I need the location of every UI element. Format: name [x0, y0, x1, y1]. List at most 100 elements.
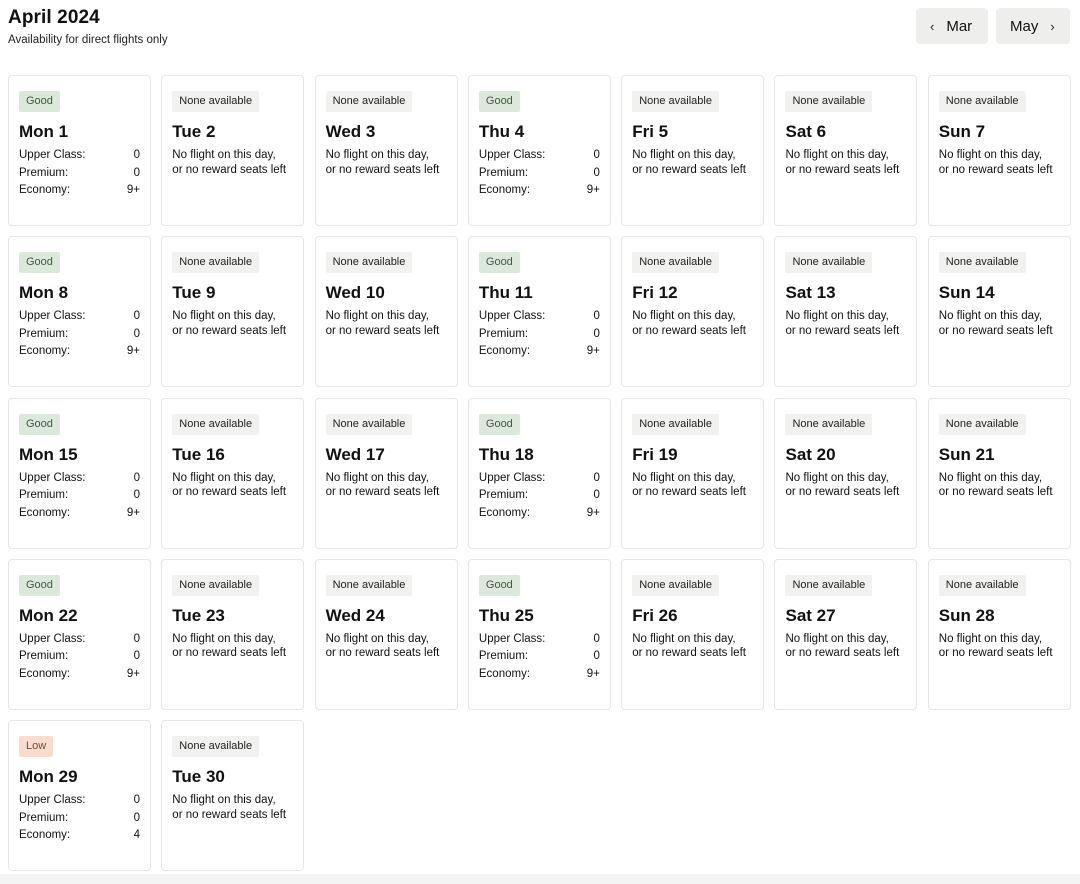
no-flight-line-1: No flight on this day, — [938, 632, 1043, 645]
seat-count: 0 — [133, 327, 140, 340]
day-card[interactable]: None available Sat 27 No flight on this da… — [774, 558, 918, 710]
day-card[interactable]: None available Fri 26 No flight on this da… — [621, 558, 765, 710]
day-card[interactable]: Good Thu 18 Upper Class: 0 Premium: 0 Economy:… — [467, 397, 611, 549]
no-flight-message: No flight on this day, or no reward seats… — [632, 632, 753, 661]
day-label: Wed 24 — [325, 605, 385, 625]
day-card[interactable]: None available Wed 17 No flight on this da… — [314, 397, 458, 549]
no-flight-line-2: or no reward seats left — [632, 647, 746, 660]
no-flight-line-2: or no reward seats left — [325, 647, 440, 660]
economy-row: Economy: 9+ — [479, 343, 600, 361]
upper-class-row: Upper Class: 0 — [479, 631, 600, 649]
day-card[interactable]: None available Sun 21 No flight on this da… — [927, 397, 1071, 549]
status-badge: Good — [19, 574, 60, 596]
page-subtitle: Availability for direct flights only — [8, 34, 168, 46]
seat-count: 9+ — [586, 184, 600, 196]
status-badge: None available — [325, 413, 413, 435]
seat-count: 9+ — [586, 506, 600, 519]
day-card[interactable]: None available Tue 23 No flight on this da… — [161, 558, 305, 710]
day-card[interactable]: None available Sun 14 No flight on this da… — [927, 236, 1071, 388]
day-card[interactable]: None available Wed 3 No flight on this day… — [314, 75, 458, 226]
seat-class-label: Premium: — [19, 811, 69, 824]
day-label: Mon 22 — [19, 605, 78, 625]
day-label: Sun 14 — [938, 283, 995, 303]
day-label: Sat 6 — [785, 122, 827, 141]
no-flight-message: No flight on this day, or no reward seats… — [939, 632, 1060, 661]
day-card[interactable]: None available Fri 19 No flight on this da… — [621, 397, 765, 549]
seat-class-label: Economy: — [19, 506, 71, 519]
calendar-grid: Good Mon 1 Upper Class: 0 Premium: 0 Economy: 9… — [8, 75, 1071, 872]
no-flight-line-2: or no reward seats left — [785, 324, 900, 337]
day-card[interactable]: None available Sun 28 No flight on this da… — [927, 558, 1071, 710]
economy-row: Economy: 9+ — [19, 182, 140, 200]
day-card[interactable]: None available Wed 10 No flight on this da… — [314, 236, 458, 388]
day-card[interactable]: Good Thu 11 Upper Class: 0 Premium: 0 Economy:… — [467, 236, 611, 388]
seat-class-label: Economy: — [19, 345, 71, 358]
day-card[interactable]: Good Thu 25 Upper Class: 0 Premium: 0 Economy:… — [467, 558, 611, 710]
status-badge: Good — [19, 91, 60, 112]
status-badge: Good — [478, 413, 520, 435]
day-card[interactable]: None available Sun 7 No flight on this day… — [927, 75, 1071, 226]
no-flight-message: No flight on this day, or no reward seats… — [172, 632, 293, 661]
day-card[interactable]: Good Thu 4 Upper Class: 0 Premium: 0 Economy: 9… — [467, 75, 611, 226]
seat-count: 0 — [593, 149, 600, 161]
day-label: Fri 12 — [632, 283, 678, 303]
day-label: Sat 27 — [785, 605, 836, 625]
premium-row: Premium: 0 — [19, 487, 140, 505]
day-label: Tue 2 — [172, 122, 216, 141]
no-flight-message: No flight on this day, or no reward seats… — [939, 309, 1060, 338]
seat-class-label: Premium: — [19, 489, 69, 502]
seat-count: 9+ — [126, 506, 140, 519]
no-flight-message: No flight on this day, or no reward seats… — [172, 148, 293, 177]
day-label: Sat 13 — [785, 283, 836, 303]
seat-class-label: Upper Class: — [19, 471, 86, 484]
day-card[interactable]: None available Fri 12 No flight on this da… — [621, 236, 765, 388]
no-flight-line-1: No flight on this day, — [325, 310, 429, 323]
day-card[interactable]: Low Mon 29 Upper Class: 0 Premium: 0 Economy: 4 — [8, 720, 151, 872]
no-flight-line-2: or no reward seats left — [172, 324, 287, 337]
day-card[interactable]: None available Tue 2 No flight on this day… — [161, 75, 305, 226]
day-card[interactable]: None available Tue 9 No flight on this day… — [161, 236, 305, 388]
no-flight-line-1: No flight on this day, — [938, 310, 1043, 323]
previous-month-button[interactable]: ‹ Mar — [916, 8, 988, 44]
no-flight-message: No flight on this day, or no reward seats… — [785, 148, 906, 177]
day-label: Sun 28 — [938, 605, 995, 625]
no-flight-line-2: or no reward seats left — [172, 808, 287, 821]
seat-availability: Upper Class: 0 Premium: 0 Economy: 9+ — [479, 308, 600, 361]
seat-class-label: Economy: — [478, 667, 531, 680]
seat-class-label: Economy: — [19, 667, 71, 680]
no-flight-line-2: or no reward seats left — [325, 486, 440, 499]
day-card[interactable]: None available Fri 5 No flight on this day… — [621, 75, 765, 226]
status-badge: None available — [172, 413, 260, 435]
seat-class-label: Upper Class: — [478, 632, 546, 645]
day-card[interactable]: Good Mon 8 Upper Class: 0 Premium: 0 Economy: 9… — [8, 236, 151, 388]
seat-class-label: Premium: — [19, 327, 69, 340]
next-month-button[interactable]: May › — [996, 8, 1070, 44]
day-card[interactable]: Good Mon 1 Upper Class: 0 Premium: 0 Economy: 9… — [8, 75, 151, 226]
status-badge: None available — [632, 413, 719, 435]
month-navigation: ‹ Mar May › — [916, 8, 1070, 44]
day-card[interactable]: Good Mon 15 Upper Class: 0 Premium: 0 Economy:… — [8, 397, 151, 549]
economy-row: Economy: 9+ — [479, 182, 600, 200]
upper-class-row: Upper Class: 0 — [19, 147, 140, 165]
no-flight-line-1: No flight on this day, — [632, 149, 736, 161]
economy-row: Economy: 9+ — [19, 505, 140, 523]
status-badge: None available — [172, 91, 260, 112]
status-badge: Good — [478, 91, 520, 112]
seat-count: 0 — [593, 166, 600, 179]
day-card[interactable]: None available Sat 6 No flight on this day… — [774, 75, 918, 226]
economy-row: Economy: 9+ — [19, 343, 140, 361]
day-card[interactable]: Good Mon 22 Upper Class: 0 Premium: 0 Economy:… — [8, 558, 151, 710]
no-flight-line-1: No flight on this day, — [325, 632, 429, 645]
no-flight-line-1: No flight on this day, — [172, 632, 276, 645]
day-card[interactable]: None available Wed 24 No flight on this da… — [314, 558, 458, 710]
premium-row: Premium: 0 — [479, 487, 600, 505]
seat-count: 9+ — [586, 345, 600, 358]
day-card[interactable]: None available Sat 20 No flight on this da… — [774, 397, 918, 549]
day-card[interactable]: None available Sat 13 No flight on this da… — [774, 236, 918, 388]
status-badge: None available — [632, 91, 719, 112]
no-flight-line-1: No flight on this day, — [325, 149, 429, 161]
previous-month-label: Mar — [946, 17, 973, 35]
day-card[interactable]: None available Tue 16 No flight on this da… — [161, 397, 305, 549]
day-card[interactable]: None available Tue 30 No flight on this da… — [161, 720, 305, 872]
status-badge: None available — [938, 413, 1026, 435]
